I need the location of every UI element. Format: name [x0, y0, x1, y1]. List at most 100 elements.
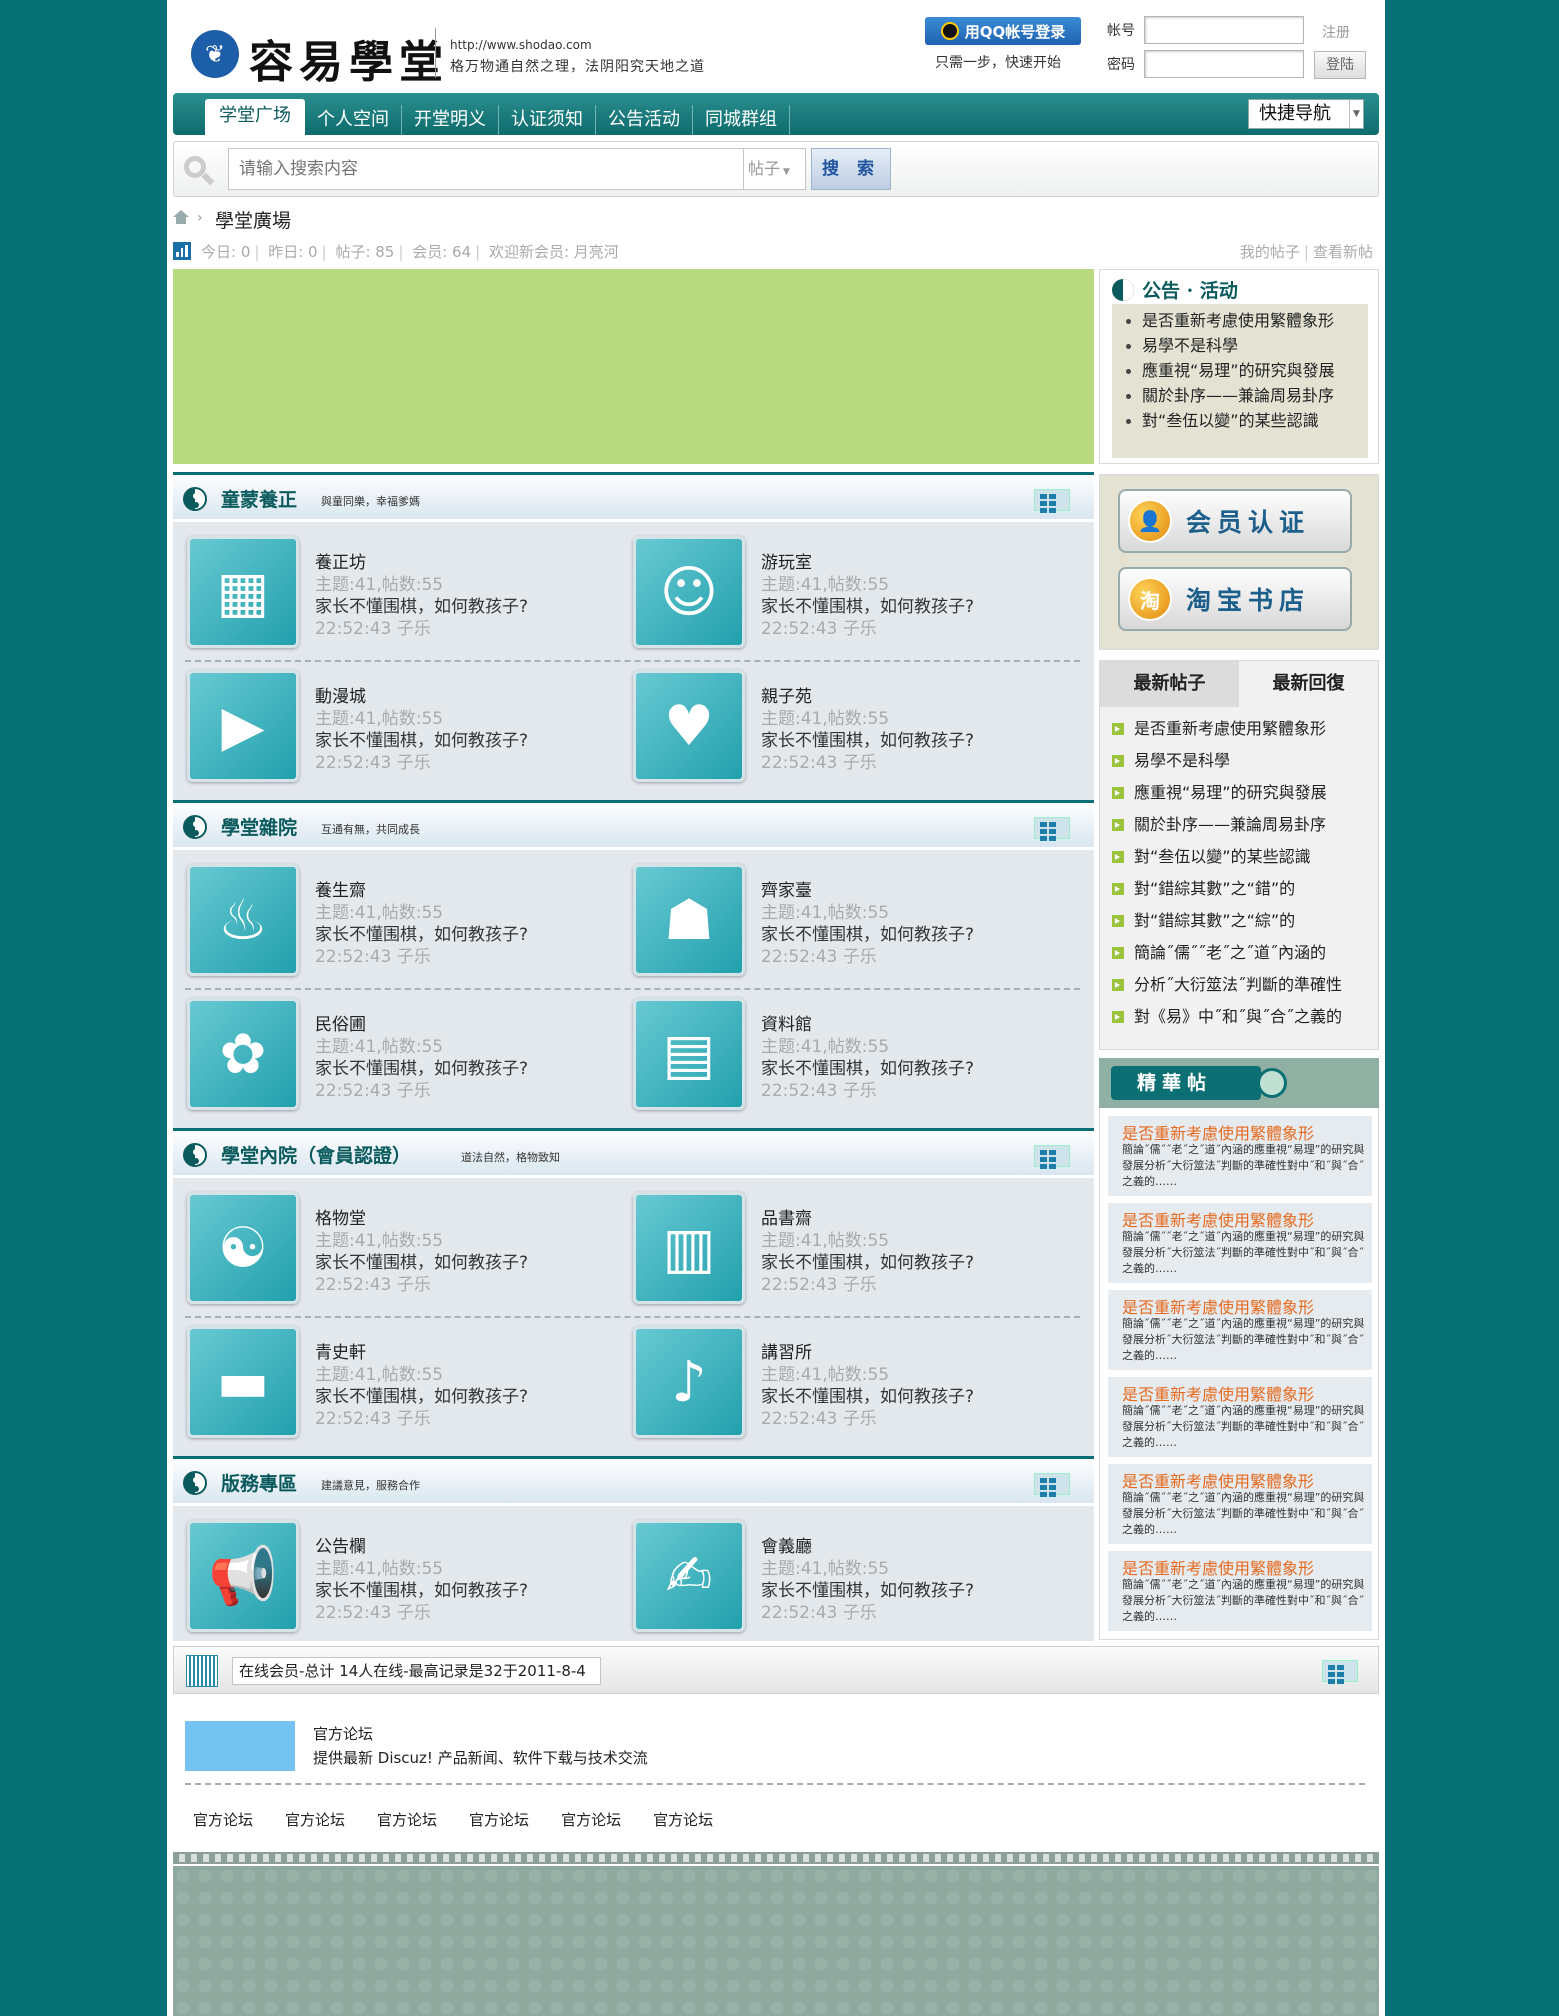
qq-login-button[interactable]: 用QQ帐号登录 [925, 17, 1081, 45]
digest-item[interactable]: 是否重新考慮使用繁體象形 簡論˝儒˝˝老˝之˝道˝內涵的應重視“易理”的研究與發展… [1108, 1551, 1372, 1631]
login-button[interactable]: 登陆 [1314, 51, 1366, 79]
banner-ad[interactable] [173, 269, 1094, 464]
category-header[interactable]: 學堂雜院 互通有無，共同成長 [173, 800, 1094, 847]
announcement-item[interactable]: 易學不是科學 [1112, 333, 1368, 358]
search-input[interactable] [228, 148, 744, 190]
writing-icon[interactable]: ✍ [633, 1520, 745, 1632]
category-title[interactable]: 版務專區 [221, 1469, 297, 1496]
member-verify-button[interactable]: 👤 会员认证 [1118, 489, 1352, 553]
forum-item[interactable]: ☯ 格物堂 主题:41,帖数:55 家长不懂围棋，如何教孩子? 22:52:43 子乐 [187, 1192, 607, 1304]
grid-view-icon[interactable] [1322, 1660, 1358, 1684]
forum-item[interactable]: ▶ 動漫城 主题:41,帖数:55 家长不懂围棋，如何教孩子? 22:52:43 子乐 [187, 670, 607, 782]
friend-link[interactable]: 官方论坛 [653, 1809, 713, 1830]
digest-item[interactable]: 是否重新考慮使用繁體象形 簡論˝儒˝˝老˝之˝道˝內涵的應重視“易理”的研究與發展… [1108, 1290, 1372, 1370]
forum-item[interactable]: ♪ 講習所 主题:41,帖数:55 家长不懂围棋，如何教孩子? 22:52:43 子乐 [633, 1326, 1053, 1438]
forum-item[interactable]: 📢 公告欄 主题:41,帖数:55 家长不懂围棋，如何教孩子? 22:52:43 子乐 [187, 1520, 607, 1632]
friend-link-logo[interactable] [185, 1721, 295, 1771]
microphone-icon[interactable]: ♪ [633, 1326, 745, 1438]
tab-latest-posts[interactable]: 最新帖子 [1100, 661, 1239, 707]
forum-item[interactable]: ▥ 品書齋 主题:41,帖数:55 家长不懂围棋，如何教孩子? 22:52:43 子乐 [633, 1192, 1053, 1304]
bamboo-scroll-icon[interactable]: ▥ [633, 1192, 745, 1304]
grid-view-icon[interactable] [1034, 489, 1070, 513]
nav-item-5[interactable]: 同城群组 [693, 105, 790, 135]
friend-link-name[interactable]: 官方论坛 [313, 1723, 373, 1744]
account-input[interactable] [1144, 16, 1304, 44]
friend-link[interactable]: 官方论坛 [377, 1809, 437, 1830]
latest-post-item[interactable]: 對《易》中˝和˝與˝合˝之義的 [1112, 1001, 1368, 1033]
category-header[interactable]: 版務專區 建議意見，服務合作 [173, 1456, 1094, 1503]
latest-post-item[interactable]: 簡論˝儒˝˝老˝之˝道˝內涵的 [1112, 937, 1368, 969]
forum-item[interactable]: ♨ 養生齋 主题:41,帖数:55 家长不懂围棋，如何教孩子? 22:52:43 子乐 [187, 864, 607, 976]
nav-item-1[interactable]: 个人空间 [305, 105, 402, 135]
books-icon[interactable]: ▬ [187, 1326, 299, 1438]
my-posts-link[interactable]: 我的帖子 [1240, 243, 1300, 261]
grid-view-icon[interactable] [1034, 1145, 1070, 1169]
category-title[interactable]: 學堂內院（會員認證） [221, 1141, 411, 1168]
tab-latest-replies[interactable]: 最新回復 [1239, 661, 1378, 707]
digest-item[interactable]: 是否重新考慮使用繁體象形 簡論˝儒˝˝老˝之˝道˝內涵的應重視“易理”的研究與發展… [1108, 1203, 1372, 1283]
search-button[interactable]: 搜 索 [811, 148, 891, 190]
child-play-icon[interactable]: ☺ [633, 536, 745, 648]
digest-item-title[interactable]: 是否重新考慮使用繁體象形 [1122, 1555, 1314, 1579]
latest-post-item[interactable]: 對“叁伍以變”的某些認識 [1112, 841, 1368, 873]
latest-post-item[interactable]: 對“錯綜其數”之“綜”的 [1112, 905, 1368, 937]
forum-item[interactable]: ☺ 游玩室 主题:41,帖数:55 家长不懂围棋，如何教孩子? 22:52:43 子乐 [633, 536, 1053, 648]
digest-item[interactable]: 是否重新考慮使用繁體象形 簡論˝儒˝˝老˝之˝道˝內涵的應重視“易理”的研究與發展… [1108, 1116, 1372, 1196]
digest-item[interactable]: 是否重新考慮使用繁體象形 簡論˝儒˝˝老˝之˝道˝內涵的應重視“易理”的研究與發展… [1108, 1464, 1372, 1544]
forum-item[interactable]: ✍ 會義廳 主题:41,帖数:55 家长不懂围棋，如何教孩子? 22:52:43 子乐 [633, 1520, 1053, 1632]
friend-link[interactable]: 官方论坛 [285, 1809, 345, 1830]
latest-post-item[interactable]: 關於卦序——兼論周易卦序 [1112, 809, 1368, 841]
announcement-item[interactable]: 是否重新考慮使用繁體象形 [1112, 308, 1368, 333]
digest-item-title[interactable]: 是否重新考慮使用繁體象形 [1122, 1120, 1314, 1144]
megaphone-icon[interactable]: 📢 [187, 1520, 299, 1632]
online-members-text[interactable]: 在线会员-总计 14人在线-最高记录是32于2011-8-4 [232, 1657, 601, 1685]
acupuncture-figure-icon[interactable]: ♨ [187, 864, 299, 976]
forum-item[interactable]: ▤ 資料館 主题:41,帖数:55 家长不懂围棋，如何教孩子? 22:52:43 子乐 [633, 998, 1053, 1110]
grid-view-icon[interactable] [1034, 1473, 1070, 1497]
forum-item[interactable]: ▬ 青史軒 主题:41,帖数:55 家长不懂围棋，如何教孩子? 22:52:43 子乐 [187, 1326, 607, 1438]
film-icon[interactable]: ▶ [187, 670, 299, 782]
announcement-item[interactable]: 關於卦序——兼論周易卦序 [1112, 383, 1368, 408]
forum-item[interactable]: ☗ 齊家臺 主题:41,帖数:55 家长不懂围棋，如何教孩子? 22:52:43 子乐 [633, 864, 1053, 976]
grid-icon[interactable]: ▦ [187, 536, 299, 648]
mother-child-icon[interactable]: ♥ [633, 670, 745, 782]
register-link[interactable]: 注册 [1322, 22, 1350, 42]
friend-link[interactable]: 官方论坛 [561, 1809, 621, 1830]
forum-item[interactable]: ♥ 親子苑 主题:41,帖数:55 家长不懂围棋，如何教孩子? 22:52:43 子乐 [633, 670, 1053, 782]
friend-link[interactable]: 官方论坛 [193, 1809, 253, 1830]
friend-link[interactable]: 官方论坛 [469, 1809, 529, 1830]
password-input[interactable] [1144, 50, 1304, 78]
announcement-item[interactable]: 應重視“易理”的研究與發展 [1112, 358, 1368, 383]
site-logo[interactable]: ❦ 容易學堂 [179, 26, 459, 88]
forum-item[interactable]: ▦ 養正坊 主题:41,帖数:55 家长不懂围棋，如何教孩子? 22:52:43 子乐 [187, 536, 607, 648]
quick-nav-button[interactable]: 快捷导航 ▼ [1248, 99, 1364, 129]
view-new-link[interactable]: 查看新帖 [1313, 243, 1373, 261]
category-title[interactable]: 學堂雜院 [221, 813, 297, 840]
home-icon[interactable] [173, 210, 189, 224]
category-header[interactable]: 學堂內院（會員認證） 道法自然，格物致知 [173, 1128, 1094, 1175]
latest-post-item[interactable]: 是否重新考慮使用繁體象形 [1112, 713, 1368, 745]
yin-yang-bagua-icon[interactable]: ☯ [187, 1192, 299, 1304]
papercut-icon[interactable]: ✿ [187, 998, 299, 1110]
archive-icon[interactable]: ▤ [633, 998, 745, 1110]
nav-item-4[interactable]: 公告活动 [596, 105, 693, 135]
search-type-select[interactable]: 帖子 ▼ [744, 148, 806, 190]
grid-view-icon[interactable] [1034, 817, 1070, 841]
latest-post-item[interactable]: 分析˝大衍筮法˝判斷的準確性 [1112, 969, 1368, 1001]
family-icon[interactable]: ☗ [633, 864, 745, 976]
digest-item-title[interactable]: 是否重新考慮使用繁體象形 [1122, 1468, 1314, 1492]
nav-item-2[interactable]: 开堂明义 [402, 105, 499, 135]
category-title[interactable]: 童蒙養正 [221, 485, 297, 512]
stat-newest-member[interactable]: 欢迎新会员: 月亮河 [489, 243, 619, 261]
announcement-item[interactable]: 對“叁伍以變”的某些認識 [1112, 408, 1368, 433]
digest-item-title[interactable]: 是否重新考慮使用繁體象形 [1122, 1381, 1314, 1405]
latest-post-item[interactable]: 對“錯綜其數”之“錯”的 [1112, 873, 1368, 905]
digest-item-title[interactable]: 是否重新考慮使用繁體象形 [1122, 1294, 1314, 1318]
nav-item-3[interactable]: 认证须知 [499, 105, 596, 135]
taobao-shop-button[interactable]: 淘 淘宝书店 [1118, 567, 1352, 631]
digest-item-title[interactable]: 是否重新考慮使用繁體象形 [1122, 1207, 1314, 1231]
forum-item[interactable]: ✿ 民俗圃 主题:41,帖数:55 家长不懂围棋，如何教孩子? 22:52:43 子乐 [187, 998, 607, 1110]
latest-post-item[interactable]: 應重視“易理”的研究與發展 [1112, 777, 1368, 809]
nav-item-0[interactable]: 学堂广场 [205, 99, 305, 135]
latest-post-item[interactable]: 易學不是科學 [1112, 745, 1368, 777]
